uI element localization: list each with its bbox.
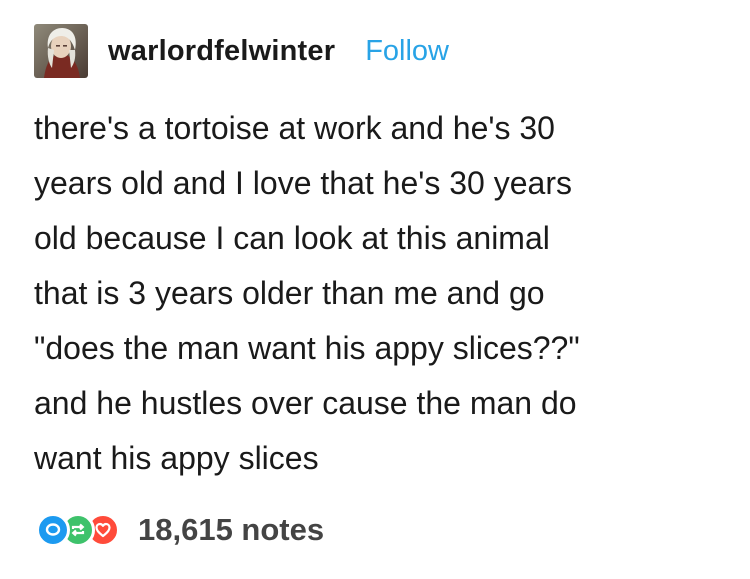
post-body: there's a tortoise at work and he's 30 y… [34, 101, 734, 486]
post-text-line: "does the man want his appy slices??" [34, 330, 580, 366]
post-text-line: years old and I love that he's 30 years [34, 165, 572, 201]
post-text-line: that is 3 years older than me and go [34, 275, 545, 311]
reply-icon [36, 513, 70, 547]
author-username[interactable]: warlordfelwinter [108, 35, 335, 68]
notes-count[interactable]: 18,615 notes [138, 512, 324, 548]
post-text-line: old because I can look at this animal [34, 220, 550, 256]
follow-button[interactable]: Follow [365, 35, 449, 68]
post-text-line: want his appy slices [34, 440, 319, 476]
avatar-image [34, 24, 88, 78]
post-text-line: and he hustles over cause the man do [34, 385, 577, 421]
avatar[interactable] [34, 24, 88, 78]
post-header: warlordfelwinter Follow [34, 22, 449, 80]
post-footer: 18,615 notes [36, 508, 324, 552]
notes-reactions[interactable] [36, 513, 120, 547]
post-text-line: there's a tortoise at work and he's 30 [34, 110, 555, 146]
